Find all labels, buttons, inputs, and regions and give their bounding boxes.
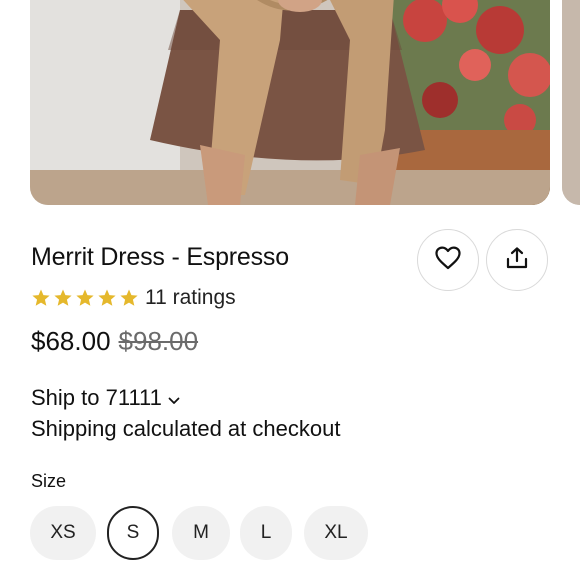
product-page: Merrit Dress - Espresso 11 ratings $68.0…	[0, 0, 580, 580]
next-product-photo[interactable]	[562, 0, 580, 205]
size-option-s[interactable]: S	[107, 506, 159, 560]
size-option-xl[interactable]: XL	[304, 506, 368, 560]
price-row: $68.00 $98.00	[31, 326, 198, 357]
star-rating	[31, 288, 139, 308]
share-button[interactable]	[486, 229, 548, 291]
product-photo[interactable]	[30, 0, 550, 205]
star-icon	[54, 289, 72, 306]
favorite-button[interactable]	[417, 229, 479, 291]
star-icon	[98, 289, 116, 306]
ship-to-label: Ship to 71111	[31, 385, 162, 410]
star-icon	[32, 289, 50, 306]
product-title: Merrit Dress - Espresso	[31, 243, 289, 271]
size-option-l[interactable]: L	[240, 506, 292, 560]
size-option-m[interactable]: M	[172, 506, 230, 560]
shipping-note: Shipping calculated at checkout	[31, 416, 341, 441]
ratings-count: 11 ratings	[145, 286, 236, 309]
ship-to-selector[interactable]: Ship to 71111	[31, 385, 180, 411]
star-icon	[76, 289, 94, 306]
current-price: $68.00	[31, 326, 111, 356]
heart-icon	[435, 246, 461, 275]
size-option-xs[interactable]: XS	[30, 506, 96, 560]
product-image-carousel[interactable]	[0, 0, 580, 205]
star-icon	[120, 289, 138, 306]
original-price: $98.00	[118, 326, 199, 356]
chevron-down-icon	[168, 385, 180, 411]
size-label: Size	[31, 471, 67, 491]
product-ratings[interactable]: 11 ratings	[31, 284, 236, 312]
share-icon	[505, 246, 529, 275]
